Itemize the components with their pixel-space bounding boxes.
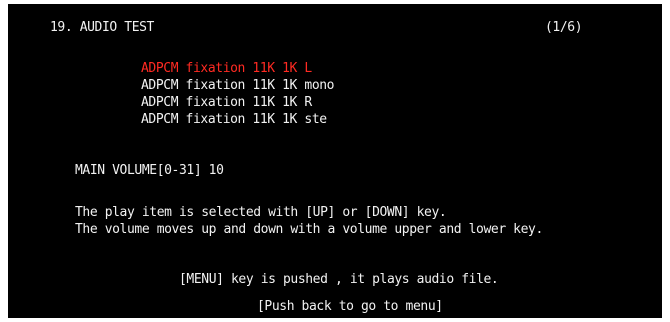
audio-item-ste[interactable]: ADPCM fixation 11K 1K ste [141,111,334,128]
play-prompt: [MENU] key is pushed , it plays audio fi… [179,272,499,287]
back-to-menu-hint: [Push back to go to menu] [257,299,443,314]
audio-item-list: ADPCM fixation 11K 1K L ADPCM fixation 1… [141,60,334,128]
help-text-volume: The volume moves up and down with a volu… [75,222,543,237]
main-volume-readout: MAIN VOLUME[0-31] 10 [75,163,224,178]
page-title: 19. AUDIO TEST [50,20,154,35]
help-text-select: The play item is selected with [UP] or [… [75,205,447,220]
page-indicator: (1/6) [545,20,583,35]
audio-item-l[interactable]: ADPCM fixation 11K 1K L [141,60,334,77]
audio-item-r[interactable]: ADPCM fixation 11K 1K R [141,94,334,111]
audio-item-mono[interactable]: ADPCM fixation 11K 1K mono [141,77,334,94]
test-screen: 19. AUDIO TEST (1/6) ADPCM fixation 11K … [8,4,662,318]
